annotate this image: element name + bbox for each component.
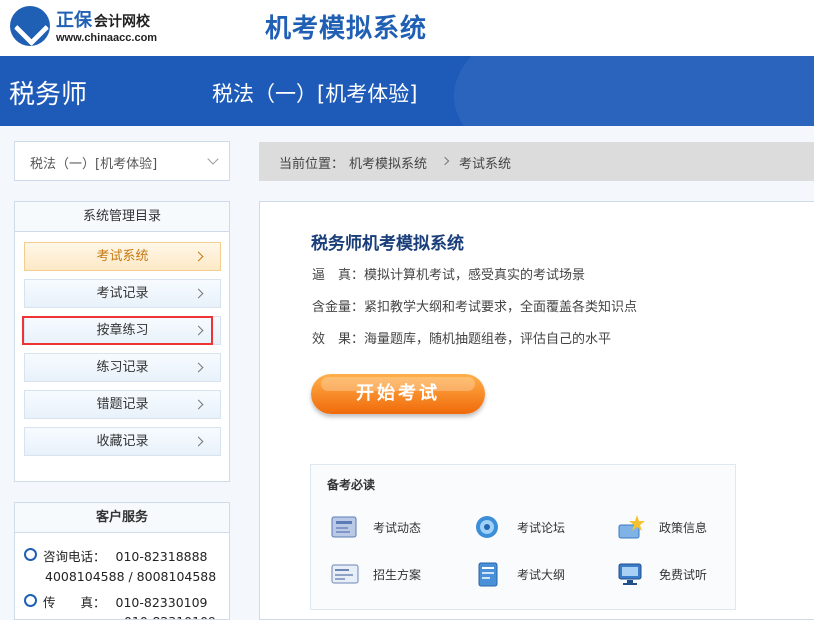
start-exam-label: 开始考试 (356, 383, 440, 404)
menu-item-label: 考试记录 (96, 286, 149, 301)
banner-category: 税务师 (9, 80, 88, 110)
system-title: 机考模拟系统 (265, 14, 428, 44)
logo-brand: 正保 (56, 10, 92, 31)
highlight-box (22, 316, 213, 345)
feature-line-2: 含金量：紧扣教学大纲和考试要求，全面覆盖各类知识点 (312, 296, 637, 315)
menu-item-practice-records[interactable]: 练习记录 (24, 353, 221, 382)
fax-number-2: 010-82310109 (124, 614, 216, 619)
menu-item-label: 考试系统 (96, 249, 149, 264)
phone-number-1: 010-82318888 (115, 549, 208, 564)
banner: 税务师 税法（一）[机考体验] (0, 56, 814, 126)
prep-link-label: 考试大纲 (517, 568, 566, 582)
forum-icon (476, 516, 498, 538)
prep-link-forum[interactable]: 考试论坛 (473, 511, 593, 543)
chevron-down-icon (207, 153, 219, 165)
breadcrumb-level-2: 考试系统 (459, 157, 512, 172)
prep-link-label: 考试论坛 (517, 521, 566, 535)
prep-title: 备考必读 (327, 478, 376, 492)
logo-mark-icon (10, 6, 50, 46)
fax-line: 传 真： 010-82330109 (43, 592, 208, 611)
chevron-right-icon (193, 362, 204, 373)
start-exam-button[interactable]: 开始考试 (311, 374, 485, 414)
menu-item-exam-system[interactable]: 考试系统 (24, 242, 221, 271)
customer-service-title: 客户服务 (15, 503, 229, 533)
phone-label: 咨询电话： (43, 549, 106, 564)
chevron-right-icon (193, 436, 204, 447)
phone-number-2: 4008104588 / 8008104588 (45, 569, 217, 584)
prep-link-audition[interactable]: 免费试听 (615, 558, 735, 590)
feature-key: 含金量： (312, 300, 365, 315)
menu-item-favorites[interactable]: 收藏记录 (24, 427, 221, 456)
breadcrumb-level-1[interactable]: 机考模拟系统 (349, 153, 427, 172)
menu-item-label: 错题记录 (96, 397, 149, 412)
prep-link-policy[interactable]: 政策信息 (615, 511, 735, 543)
prep-link-news[interactable]: 考试动态 (329, 511, 449, 543)
menu-item-exam-records[interactable]: 考试记录 (24, 279, 221, 308)
fax-icon (24, 594, 37, 607)
logo-text: 正保 会计网校 (56, 6, 150, 32)
page-title: 税务师机考模拟系统 (311, 234, 464, 254)
news-icon (331, 516, 357, 538)
fax-label: 传 真： (43, 595, 106, 610)
prep-link-label: 政策信息 (659, 521, 708, 535)
prep-link-syllabus[interactable]: 考试大纲 (473, 558, 593, 590)
feature-line-3: 效 果：海量题库，随机抽题组卷，评估自己的水平 (312, 328, 611, 347)
customer-service: 客户服务 咨询电话： 010-82318888 4008104588 / 8008… (14, 502, 230, 620)
feature-text: 模拟计算机考试，感受真实的考试场景 (364, 268, 586, 283)
enroll-icon (331, 564, 359, 584)
banner-subject: 税法（一）[机考体验] (212, 82, 418, 106)
prep-link-enrollment[interactable]: 招生方案 (329, 558, 449, 590)
prep-link-label: 招生方案 (373, 568, 422, 582)
logo-url: www.chinaacc.com (56, 32, 158, 44)
prep-reading-box: 备考必读 考试动态 考试论坛 政策信息 招生方案 考试大纲 免费试听 (310, 464, 736, 610)
chevron-right-icon (193, 399, 204, 410)
subject-select-value: 税法（一）[机考体验] (30, 157, 158, 172)
chevron-right-icon (193, 251, 204, 262)
phone-line: 咨询电话： 010-82318888 (43, 546, 208, 565)
menu-item-label: 收藏记录 (96, 434, 149, 449)
menu-item-label: 练习记录 (96, 360, 149, 375)
breadcrumb: 当前位置： 机考模拟系统 考试系统 (259, 142, 814, 181)
feature-line-1: 逼 真：模拟计算机考试，感受真实的考试场景 (312, 264, 585, 283)
logo-school: 会计网校 (94, 14, 150, 30)
feature-text: 海量题库，随机抽题组卷，评估自己的水平 (364, 332, 612, 347)
feature-key: 逼 真： (312, 268, 365, 283)
prep-link-label: 免费试听 (659, 568, 708, 582)
phone-icon (24, 548, 37, 561)
fax-number-1: 010-82330109 (115, 595, 208, 610)
syllabus-icon (478, 562, 498, 587)
top-header: 正保 会计网校 www.chinaacc.com 机考模拟系统 (0, 0, 814, 56)
feature-key: 效 果： (312, 332, 365, 347)
site-logo[interactable]: 正保 会计网校 www.chinaacc.com (10, 6, 160, 50)
menu-item-wrong-questions[interactable]: 错题记录 (24, 390, 221, 419)
chevron-right-icon (440, 156, 450, 166)
policy-icon (618, 515, 645, 539)
system-menu-title: 系统管理目录 (15, 202, 229, 232)
prep-link-label: 考试动态 (373, 521, 422, 535)
main-panel: 税务师机考模拟系统 逼 真：模拟计算机考试，感受真实的考试场景 含金量：紧扣教学… (259, 201, 814, 620)
feature-text: 紧扣教学大纲和考试要求，全面覆盖各类知识点 (364, 300, 638, 315)
subject-select[interactable]: 税法（一）[机考体验] (14, 141, 230, 181)
chevron-right-icon (193, 288, 204, 299)
audition-icon (618, 563, 642, 585)
breadcrumb-prefix: 当前位置： (279, 157, 345, 172)
